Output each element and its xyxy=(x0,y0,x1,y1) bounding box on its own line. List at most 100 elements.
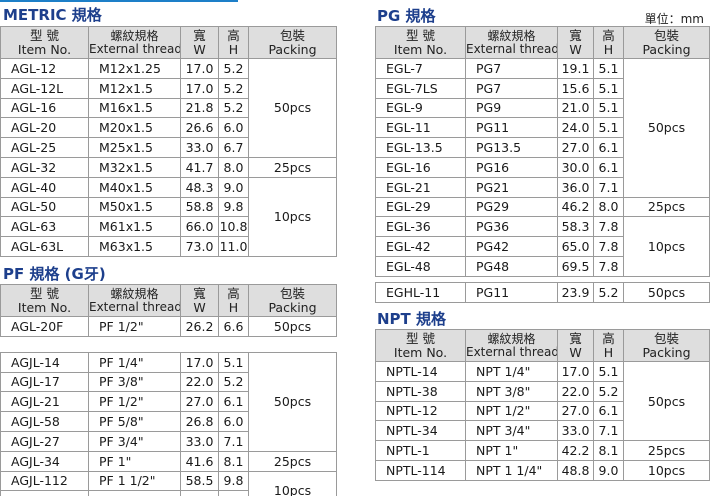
item-no-cell: AGJL-14 xyxy=(0,351,89,373)
item-no-cell: EGL-16 xyxy=(375,156,466,178)
thread-cell: NPT 1/2" xyxy=(465,400,558,422)
header-item-no-zh: 型 號 xyxy=(406,331,435,347)
header-height-en: H xyxy=(603,344,614,360)
width-cell: 33.0 xyxy=(180,137,219,158)
header-packing: 包裝 Packing xyxy=(623,26,710,59)
table-row: EGL-29 PG29 46.2 8.0 25pcs xyxy=(375,196,710,218)
table-row: NPTL-114 NPT 1 1/4" 48.8 9.0 10pcs xyxy=(375,459,710,481)
thread-cell: PG7 xyxy=(465,58,558,79)
width-cell: 21.8 xyxy=(180,97,219,119)
table-row: AGL-12 M12x1.25 17.0 5.2 50pcs xyxy=(0,58,337,158)
width-cell: 15.6 xyxy=(557,77,594,99)
thread-cell: PF 1" xyxy=(88,450,181,472)
header-height-zh: 高 xyxy=(602,28,615,44)
height-cell: 10.8 xyxy=(218,216,249,238)
thread-cell: M20x1.5 xyxy=(88,117,181,139)
item-no-cell: AGJL-27 xyxy=(0,430,89,452)
table-row: EGL-7 PG7 19.1 5.1 50pcs xyxy=(375,58,710,198)
header-height: 高H xyxy=(593,329,624,362)
npt-title: NPT 規格 xyxy=(377,310,447,328)
thread-cell: PF 3/8" xyxy=(88,371,181,393)
header-packing-zh: 包裝 xyxy=(653,28,679,44)
header-row: 型 號 Item No. 螺紋規格 External thread 寬 W 高 H 包裝 Pack… xyxy=(0,284,337,317)
thread-cell: PF 1 1/2" xyxy=(88,470,181,492)
header-height-en: H xyxy=(603,41,614,57)
header-item-no-en: Item No. xyxy=(393,344,448,360)
packing-cell: 25pcs xyxy=(623,196,710,218)
width-cell: 17.0 xyxy=(180,351,219,373)
table-row: AGL-40 M40x1.5 48.3 9.0 10pcs xyxy=(0,176,337,257)
packing-cell: 50pcs xyxy=(623,281,710,303)
thread-cell: M16x1.5 xyxy=(88,97,181,119)
item-no-cell: EGL-36 xyxy=(375,216,466,238)
item-no-cell: NPTL-14 xyxy=(375,361,466,382)
height-cell: 11.0 xyxy=(218,236,249,257)
item-no-cell: EGL-11 xyxy=(375,117,466,139)
header-height: 高H xyxy=(218,26,249,59)
item-no-cell: EGL-7LS xyxy=(375,77,466,99)
width-cell: 23.9 xyxy=(557,281,594,303)
header-packing: 包裝 Packing xyxy=(623,329,710,362)
header-width-en: W xyxy=(193,299,206,315)
height-cell: 10.8 xyxy=(218,490,249,496)
item-no-cell: NPTL-12 xyxy=(375,400,466,422)
item-no-cell: AGL-63L xyxy=(0,236,89,257)
item-no-cell: AGL-50 xyxy=(0,196,89,218)
thread-cell: NPT 3/4" xyxy=(465,420,558,442)
header-height-en: H xyxy=(228,41,239,57)
thread-cell: PF 1/2" xyxy=(88,391,181,413)
width-cell: 72.3 xyxy=(180,490,219,496)
width-cell: 19.1 xyxy=(557,58,594,79)
header-packing: 包裝 Packing xyxy=(248,284,337,317)
header-packing: 包裝 Packing xyxy=(248,26,337,59)
pf-spec-table: 型 號 Item No. 螺紋規格 External thread 寬 W 高 H 包裝 Pack… xyxy=(0,284,337,496)
height-cell: 5.1 xyxy=(218,351,249,373)
height-cell: 5.2 xyxy=(593,380,624,402)
pg-title: PG 規格 xyxy=(377,7,436,25)
thread-cell: NPT 1 1/4" xyxy=(465,459,558,481)
height-cell: 6.0 xyxy=(218,411,249,432)
item-no-cell: EGL-9 xyxy=(375,97,466,119)
width-cell: 58.3 xyxy=(557,216,594,238)
table-row: AGJL-34 PF 1" 41.6 8.1 25pcs xyxy=(0,450,337,472)
table-row: AGL-20F PF 1/2" 26.2 6.6 50pcs xyxy=(0,316,337,337)
header-thread: 螺紋規格 External thread xyxy=(88,26,181,59)
height-cell: 7.8 xyxy=(593,236,624,257)
height-cell: 8.1 xyxy=(593,440,624,461)
header-packing-zh: 包裝 xyxy=(279,28,305,44)
width-cell: 33.0 xyxy=(557,420,594,442)
height-cell: 5.2 xyxy=(218,58,249,79)
packing-cell: 50pcs xyxy=(248,58,337,158)
height-cell: 5.2 xyxy=(218,371,249,393)
thread-cell: M61x1.5 xyxy=(88,216,181,238)
thread-cell: PG7 xyxy=(465,77,558,99)
header-thread-zh: 螺紋規格 xyxy=(110,28,159,43)
item-no-cell: AGL-16 xyxy=(0,97,89,119)
packing-cell: 25pcs xyxy=(248,450,337,472)
width-cell: 66.0 xyxy=(180,216,219,238)
item-no-cell: AGL-12 xyxy=(0,58,89,79)
header-thread-zh: 螺紋規格 xyxy=(487,28,536,43)
metric-title-rule xyxy=(0,0,238,2)
table-row: AGJL-14 PF 1/4" 17.0 5.1 50pcs xyxy=(0,351,337,452)
header-row: 型 號 Item No. 螺紋規格 External thread 寬 W 高 H 包裝 Pack… xyxy=(0,26,337,59)
thread-cell: M40x1.5 xyxy=(88,176,181,198)
width-cell: 22.0 xyxy=(180,371,219,393)
height-cell: 9.8 xyxy=(218,196,249,218)
height-cell: 5.1 xyxy=(593,117,624,139)
height-cell: 5.1 xyxy=(593,77,624,99)
item-no-cell: AGL-63 xyxy=(0,216,89,238)
height-cell: 9.8 xyxy=(218,470,249,492)
header-item-no-zh: 型 號 xyxy=(30,286,59,302)
item-no-cell: EGL-21 xyxy=(375,176,466,198)
width-cell: 27.0 xyxy=(180,391,219,413)
item-no-cell: EGHL-11 xyxy=(375,281,466,303)
pf-title: PF 規格 (G牙) xyxy=(3,265,106,283)
item-no-cell: NPTL-1 xyxy=(375,440,466,461)
height-cell: 7.1 xyxy=(593,176,624,198)
width-cell: 41.6 xyxy=(180,450,219,472)
height-cell: 5.1 xyxy=(593,361,624,382)
header-item-no-zh: 型 號 xyxy=(406,28,435,44)
item-no-cell: AGJL-17 xyxy=(0,371,89,393)
width-cell: 17.0 xyxy=(180,58,219,79)
